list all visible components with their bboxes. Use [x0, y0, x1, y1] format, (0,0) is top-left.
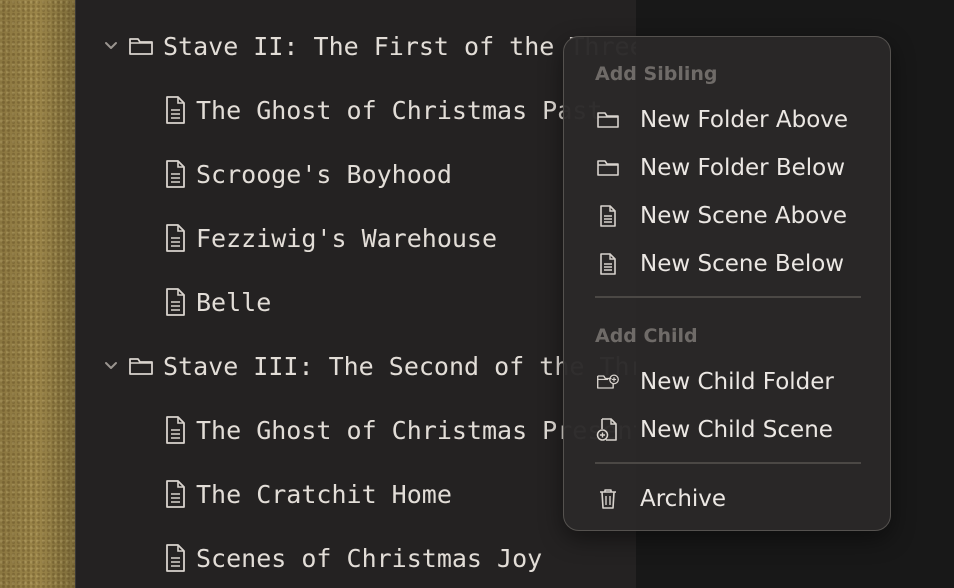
folder-icon — [128, 35, 154, 57]
folder-plus-icon — [596, 371, 620, 393]
document-icon — [164, 479, 186, 509]
scene-title: Scrooge's Boyhood — [196, 159, 452, 189]
document-icon — [164, 95, 186, 125]
archive-item[interactable]: Archive — [596, 479, 726, 519]
document-icon — [164, 287, 186, 317]
menu-separator — [595, 462, 861, 464]
folder-icon — [596, 110, 620, 130]
chevron-down-icon[interactable] — [100, 40, 122, 52]
menu-item-label: New Folder Above — [640, 107, 849, 133]
document-icon — [596, 252, 620, 276]
outline-folder-row[interactable]: Stave III: The Second of the Three Spiri… — [100, 346, 636, 386]
menu-item-label: New Child Folder — [640, 369, 834, 395]
new-child-folder-item[interactable]: New Child Folder — [596, 362, 834, 402]
menu-item-label: New Folder Below — [640, 155, 846, 181]
outline-scene-row[interactable]: Belle — [164, 282, 271, 322]
document-icon — [164, 223, 186, 253]
context-menu: Add Sibling New Folder Above New Folder … — [563, 36, 891, 531]
scene-title: The Ghost of Christmas Past — [196, 95, 603, 125]
scene-title: Fezziwig's Warehouse — [196, 223, 498, 253]
scene-title: The Cratchit Home — [196, 479, 452, 509]
new-child-scene-item[interactable]: New Child Scene — [596, 410, 833, 450]
trash-icon — [596, 487, 620, 511]
outline-folder-row[interactable]: Stave II: The First of the Three Spirits — [100, 26, 636, 66]
new-scene-below-item[interactable]: New Scene Below — [596, 244, 844, 284]
folder-icon — [128, 355, 154, 377]
menu-section-header: Add Child — [595, 325, 698, 347]
outline-sidebar: Stave II: The First of the Three Spirits… — [75, 0, 637, 588]
folder-icon — [596, 158, 620, 178]
new-folder-above-item[interactable]: New Folder Above — [596, 100, 848, 140]
chevron-down-icon[interactable] — [100, 360, 122, 372]
outline-scene-row[interactable]: Fezziwig's Warehouse — [164, 218, 497, 258]
document-icon — [164, 159, 186, 189]
menu-item-label: New Scene Above — [640, 203, 848, 229]
document-icon — [164, 543, 186, 573]
outline-scene-row[interactable]: The Ghost of Christmas Past — [164, 90, 602, 130]
new-folder-below-item[interactable]: New Folder Below — [596, 148, 845, 188]
document-plus-icon — [596, 417, 620, 443]
scene-title: Scenes of Christmas Joy — [196, 543, 543, 573]
outline-scene-row[interactable]: Scrooge's Boyhood — [164, 154, 452, 194]
new-scene-above-item[interactable]: New Scene Above — [596, 196, 847, 236]
menu-item-label: New Scene Below — [640, 251, 845, 277]
document-icon — [596, 204, 620, 228]
menu-section-header: Add Sibling — [595, 63, 718, 85]
desktop-background — [0, 0, 75, 588]
outline-scene-row[interactable]: The Cratchit Home — [164, 474, 452, 514]
scene-title: Belle — [196, 287, 272, 317]
outline-scene-row[interactable]: Scenes of Christmas Joy — [164, 538, 542, 578]
menu-item-label: New Child Scene — [640, 417, 833, 443]
menu-item-label: Archive — [640, 486, 727, 512]
document-icon — [164, 415, 186, 445]
menu-separator — [595, 296, 861, 298]
